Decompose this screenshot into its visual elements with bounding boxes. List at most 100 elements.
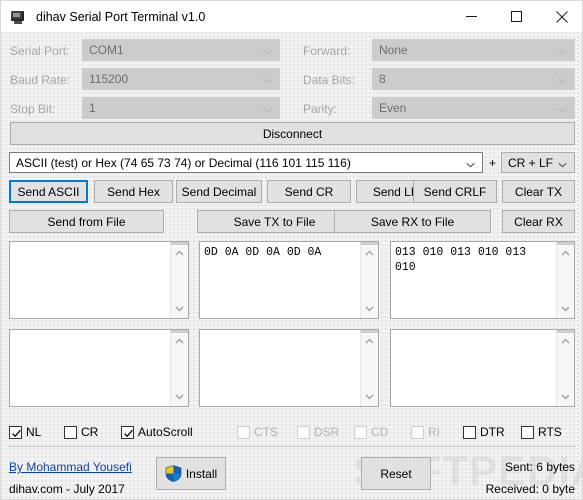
send-cr-button[interactable]: Send CR: [267, 180, 351, 203]
title-bar[interactable]: dihav Serial Port Terminal v1.0: [1, 1, 582, 32]
scroll-up-icon[interactable]: [557, 333, 574, 350]
scroll-down-icon[interactable]: [171, 300, 188, 317]
rx-hex-content[interactable]: [200, 330, 361, 406]
parity-value: Even: [379, 101, 407, 115]
checkbox-nl[interactable]: NL: [9, 425, 41, 439]
data-bits-label: Data Bits:: [303, 73, 356, 87]
baud-rate-label: Baud Rate:: [10, 73, 71, 87]
close-icon[interactable]: [539, 1, 582, 32]
line-ending-value: CR + LF: [508, 155, 554, 170]
chevron-down-icon[interactable]: [558, 158, 567, 168]
minimize-icon[interactable]: [449, 1, 494, 32]
scroll-down-icon[interactable]: [361, 388, 378, 405]
baud-rate-value: 115200: [89, 72, 129, 86]
tx-ascii-textbox[interactable]: [9, 241, 189, 319]
clear-rx-button[interactable]: Clear RX: [502, 210, 575, 233]
stop-bit-value: 1: [89, 101, 96, 115]
scroll-up-icon[interactable]: [171, 333, 188, 350]
window-controls: [449, 1, 582, 32]
serial-port-select[interactable]: COM1: [82, 39, 280, 61]
app-window: dihav Serial Port Terminal v1.0 SOFTPEDI…: [0, 0, 583, 500]
checkbox-cts: CTS: [237, 425, 278, 439]
checkbox-box[interactable]: [64, 425, 77, 439]
send-hex-button[interactable]: Send Hex: [94, 180, 173, 203]
rx-ascii-scrollbar[interactable]: [170, 330, 188, 406]
maximize-icon[interactable]: [494, 1, 539, 32]
rx-decimal-content[interactable]: [391, 330, 557, 406]
save-rx-to-file-button[interactable]: Save RX to File: [334, 210, 491, 233]
author-link[interactable]: By Mohammad Yousefi: [9, 460, 132, 474]
site-date-text: dihav.com - July 2017: [9, 482, 125, 496]
parity-select[interactable]: Even: [372, 97, 575, 119]
tx-decimal-content[interactable]: 013 010 013 010 013 010: [391, 242, 557, 318]
stop-bit-label: Stop Bit:: [10, 102, 56, 116]
rx-decimal-scrollbar[interactable]: [556, 330, 574, 406]
checkbox-rts[interactable]: RTS: [521, 425, 562, 439]
scroll-down-icon[interactable]: [557, 300, 574, 317]
tx-decimal-scrollbar[interactable]: [556, 242, 574, 318]
rx-ascii-textbox[interactable]: [9, 329, 189, 407]
rx-ascii-content[interactable]: [10, 330, 171, 406]
scroll-down-icon[interactable]: [557, 388, 574, 405]
chevron-down-icon: [558, 46, 567, 55]
tx-decimal-textbox[interactable]: 013 010 013 010 013 010: [390, 241, 575, 319]
scroll-up-icon[interactable]: [557, 245, 574, 262]
forward-value: None: [379, 43, 408, 57]
checkbox-box[interactable]: [121, 425, 134, 439]
install-button-label: Install: [185, 466, 218, 481]
clear-tx-button[interactable]: Clear TX: [502, 180, 575, 203]
tx-ascii-content[interactable]: [10, 242, 171, 318]
save-tx-to-file-button[interactable]: Save TX to File: [197, 210, 352, 233]
checkbox-label: DTR: [480, 425, 505, 439]
disconnect-button[interactable]: Disconnect: [10, 122, 575, 145]
send-decimal-button[interactable]: Send Decimal: [176, 180, 262, 203]
send-ascii-button[interactable]: Send ASCII: [9, 180, 88, 203]
scroll-up-icon[interactable]: [361, 245, 378, 262]
forward-label: Forward:: [303, 44, 351, 58]
sent-bytes-status: Sent: 6 bytes: [504, 460, 575, 474]
checkbox-cd: CD: [354, 425, 388, 439]
line-ending-select[interactable]: CR + LF: [501, 152, 575, 173]
checkbox-label: NL: [26, 425, 42, 439]
scroll-down-icon[interactable]: [361, 300, 378, 317]
check-icon: [12, 427, 21, 437]
checkbox-label: CR: [81, 425, 99, 439]
rx-hex-textbox[interactable]: [199, 329, 379, 407]
scroll-up-icon[interactable]: [361, 333, 378, 350]
chevron-down-icon: [558, 75, 567, 84]
chevron-down-icon: [263, 75, 272, 84]
rx-hex-scrollbar[interactable]: [360, 330, 378, 406]
baud-rate-select[interactable]: 115200: [82, 68, 280, 90]
data-bits-select[interactable]: 8: [372, 68, 575, 90]
checkbox-label: RI: [428, 425, 440, 439]
checkbox-box: [354, 425, 367, 439]
checkbox-label: CD: [371, 425, 389, 439]
received-bytes-status: Received: 0 byte: [485, 482, 575, 496]
uac-shield-icon: [165, 465, 182, 482]
checkbox-dtr[interactable]: DTR: [463, 425, 505, 439]
rx-decimal-textbox[interactable]: [390, 329, 575, 407]
send-data-input[interactable]: ASCII (test) or Hex (74 65 73 74) or Dec…: [9, 152, 483, 173]
install-button[interactable]: Install: [156, 457, 226, 490]
checkbox-box: [411, 425, 424, 439]
send-from-file-button[interactable]: Send from File: [9, 210, 164, 233]
terminal-monitor-icon: [10, 9, 26, 25]
tx-ascii-scrollbar[interactable]: [170, 242, 188, 318]
tx-hex-content[interactable]: 0D 0A 0D 0A 0D 0A: [200, 242, 361, 318]
checkbox-box[interactable]: [521, 425, 534, 439]
checkbox-box[interactable]: [9, 425, 22, 439]
scroll-up-icon[interactable]: [171, 245, 188, 262]
checkbox-label: DSR: [314, 425, 340, 439]
scroll-down-icon[interactable]: [171, 388, 188, 405]
checkbox-box[interactable]: [463, 425, 476, 439]
send-crlf-button[interactable]: Send CRLF: [413, 180, 497, 203]
stop-bit-select[interactable]: 1: [82, 97, 280, 119]
checkbox-autoscroll[interactable]: AutoScroll: [121, 425, 193, 439]
chevron-down-icon[interactable]: [466, 158, 475, 168]
forward-select[interactable]: None: [372, 39, 575, 61]
parity-label: Parity:: [303, 102, 338, 116]
checkbox-box: [237, 425, 250, 439]
tx-hex-textbox[interactable]: 0D 0A 0D 0A 0D 0A: [199, 241, 379, 319]
checkbox-cr[interactable]: CR: [64, 425, 98, 439]
tx-hex-scrollbar[interactable]: [360, 242, 378, 318]
